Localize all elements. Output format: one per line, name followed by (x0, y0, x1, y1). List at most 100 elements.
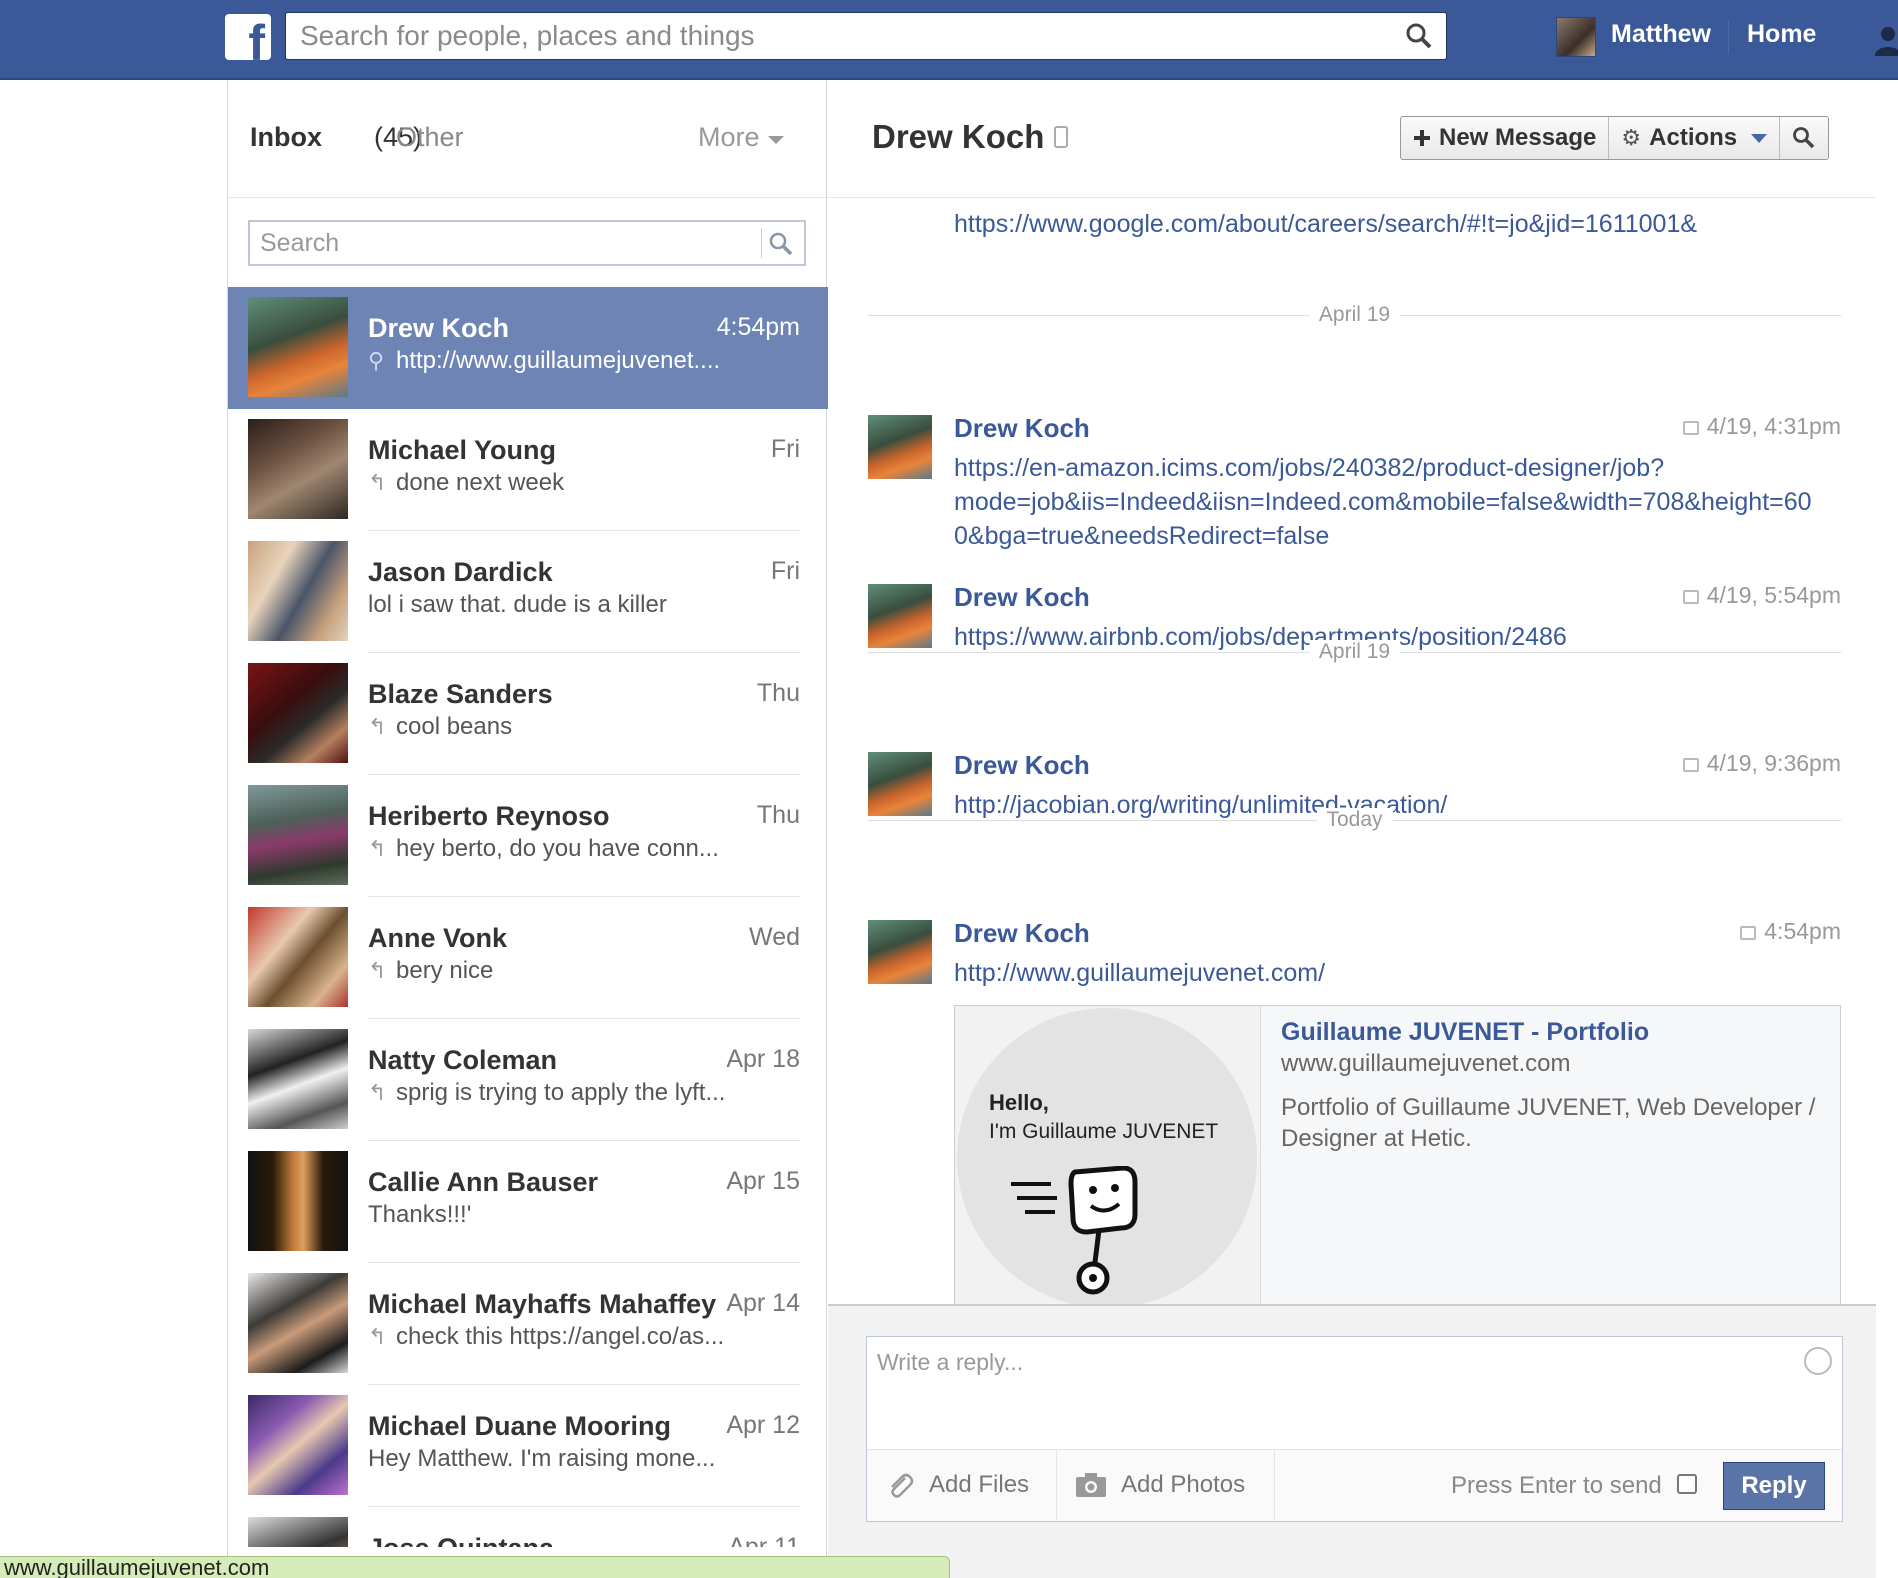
other-tab[interactable]: Other (396, 122, 464, 153)
avatar[interactable] (868, 752, 932, 816)
message-link[interactable]: https://en-amazon.icims.com/jobs/240382/… (954, 451, 1814, 553)
avatar (248, 297, 348, 397)
new-message-button[interactable]: New Message (1401, 117, 1610, 159)
conversation-panel: Drew Koch New Message ⚙ Actions https://… (828, 80, 1876, 1578)
sender-name[interactable]: Drew Koch (954, 582, 1090, 613)
inbox-search-input[interactable] (250, 222, 750, 264)
thread-time: Apr 18 (726, 1045, 800, 1073)
thread-item[interactable]: Anne Vonk Wed ↰ bery nice (228, 897, 828, 1019)
message-time: 4/19, 4:31pm (1682, 413, 1841, 440)
date-separator: Today (868, 808, 1841, 832)
conversation-title[interactable]: Drew Koch (872, 118, 1044, 156)
thread-item[interactable]: Michael Young Fri ↰ done next week (228, 409, 828, 531)
friend-requests-icon[interactable] (1872, 22, 1898, 58)
thread-snippet: Thanks!!!' (368, 1201, 472, 1228)
preview-thumbnail[interactable]: Hello, I'm Guillaume JUVENET (955, 1006, 1261, 1304)
facebook-logo[interactable]: f (225, 14, 271, 60)
thread-time: Fri (770, 435, 800, 463)
thread-name: Drew Koch (368, 313, 510, 343)
message-link[interactable]: http://www.guillaumejuvenet.com/ (954, 956, 1814, 990)
mobile-phone-icon (1054, 126, 1068, 148)
avatar[interactable] (868, 415, 932, 479)
thread-item[interactable]: Heriberto Reynoso Thu ↰ hey berto, do yo… (228, 775, 828, 897)
chevron-down-icon (1751, 133, 1768, 143)
actions-label: Actions (1649, 124, 1738, 151)
add-photos-label: Add Photos (1121, 1471, 1246, 1498)
message-link[interactable]: https://www.google.com/about/careers/sea… (954, 207, 1814, 241)
thread-item[interactable]: Natty Coleman Apr 18 ↰ sprig is trying t… (228, 1019, 828, 1141)
thread-name: Blaze Sanders (368, 679, 553, 709)
date-separator: April 19 (868, 640, 1841, 664)
global-search-input[interactable] (286, 13, 1376, 59)
gear-icon: ⚙ (1621, 125, 1642, 151)
avatar[interactable] (868, 920, 932, 984)
plus-icon (1414, 130, 1430, 146)
thread-item[interactable]: Blaze Sanders Thu ↰ cool beans (228, 653, 828, 775)
preview-title[interactable]: Guillaume JUVENET - Portfolio (1281, 1018, 1649, 1047)
thread-item[interactable]: Michael Mayhaffs Mahaffey Apr 14 ↰ check… (228, 1263, 828, 1385)
thread-name: Callie Ann Bauser (368, 1167, 599, 1197)
top-navigation-bar: f Matthew Home (0, 0, 1898, 80)
enter-to-send-label: Press Enter to send (1451, 1472, 1662, 1499)
search-icon[interactable] (768, 231, 794, 257)
reply-composer-area: Add Files Add Photos Press Enter to send… (828, 1304, 1876, 1578)
reply-textarea[interactable] (867, 1337, 1842, 1449)
thread-item[interactable]: Jason Dardick Fri lol i saw that. dude i… (228, 531, 828, 653)
global-search-box (285, 12, 1447, 60)
thread-name: Heriberto Reynoso (368, 801, 610, 831)
reply-icon: ↰ (368, 1325, 387, 1350)
date-label: April 19 (1308, 303, 1401, 327)
conversation-toolbar: New Message ⚙ Actions (1400, 116, 1830, 160)
reply-icon: ↰ (368, 715, 387, 740)
reply-icon: ↰ (368, 837, 387, 862)
reply-icon: ↰ (368, 959, 387, 984)
new-message-label: New Message (1439, 124, 1597, 151)
thread-snippet: Hey Matthew. I'm raising mone... (368, 1445, 716, 1472)
reply-icon: ↰ (368, 1081, 387, 1106)
sender-name[interactable]: Drew Koch (954, 750, 1090, 781)
thread-list: Drew Koch 4:54pm ⚲ http://www.guillaumej… (228, 287, 828, 1547)
thread-snippet: http://www.guillaumejuvenet.... (396, 347, 721, 374)
thread-snippet: bery nice (396, 957, 494, 984)
search-conversation-button[interactable] (1780, 117, 1828, 159)
chevron-down-icon[interactable] (768, 136, 784, 144)
add-photos-button[interactable]: Add Photos (1057, 1450, 1275, 1520)
thread-snippet: check this https://angel.co/as... (396, 1323, 725, 1350)
message-time: 4:54pm (1740, 918, 1841, 945)
thread-item[interactable]: Callie Ann Bauser Apr 15 Thanks!!!' (228, 1141, 828, 1263)
search-divider (761, 228, 762, 258)
thread-snippet: done next week (396, 469, 565, 496)
thread-item[interactable]: Jose Quintana Apr 11 (228, 1507, 828, 1547)
thread-time: Fri (770, 557, 800, 585)
search-icon[interactable] (1404, 21, 1434, 51)
sender-name[interactable]: Drew Koch (954, 413, 1090, 444)
thread-time: 4:54pm (716, 313, 800, 341)
home-link[interactable]: Home (1747, 20, 1816, 49)
user-avatar[interactable] (1556, 17, 1596, 57)
avatar (248, 1151, 348, 1251)
chat-bubble-icon (1682, 421, 1699, 435)
more-menu[interactable]: More (698, 122, 760, 153)
sender-name[interactable]: Drew Koch (954, 918, 1090, 949)
avatar (248, 1273, 348, 1373)
thread-time: Apr 12 (726, 1411, 800, 1439)
thread-time: Thu (756, 801, 800, 829)
enter-to-send-checkbox[interactable] (1677, 1474, 1697, 1494)
date-label: April 19 (1308, 640, 1401, 664)
message-time: 4/19, 9:36pm (1682, 750, 1841, 777)
inbox-tab[interactable]: Inbox (250, 122, 322, 153)
thread-name: Jose Quintana (368, 1533, 554, 1547)
actions-button[interactable]: ⚙ Actions (1609, 117, 1781, 159)
message-time: 4/19, 5:54pm (1682, 582, 1841, 609)
emoticon-icon[interactable] (1804, 1347, 1832, 1375)
inbox-header: Inbox (45) Other More (228, 80, 828, 198)
reply-button[interactable]: Reply (1723, 1462, 1825, 1510)
profile-link[interactable]: Matthew (1611, 20, 1711, 49)
avatar[interactable] (868, 584, 932, 648)
link-preview-card[interactable]: Hello, I'm Guillaume JUVENET Guillaume J… (954, 1005, 1841, 1304)
conversation-header: Drew Koch New Message ⚙ Actions (828, 80, 1876, 198)
add-files-button[interactable]: Add Files (867, 1450, 1057, 1520)
right-sidebar-edge (1876, 80, 1898, 1578)
thread-item[interactable]: Drew Koch 4:54pm ⚲ http://www.guillaumej… (228, 287, 828, 409)
thread-item[interactable]: Michael Duane Mooring Apr 12 Hey Matthew… (228, 1385, 828, 1507)
